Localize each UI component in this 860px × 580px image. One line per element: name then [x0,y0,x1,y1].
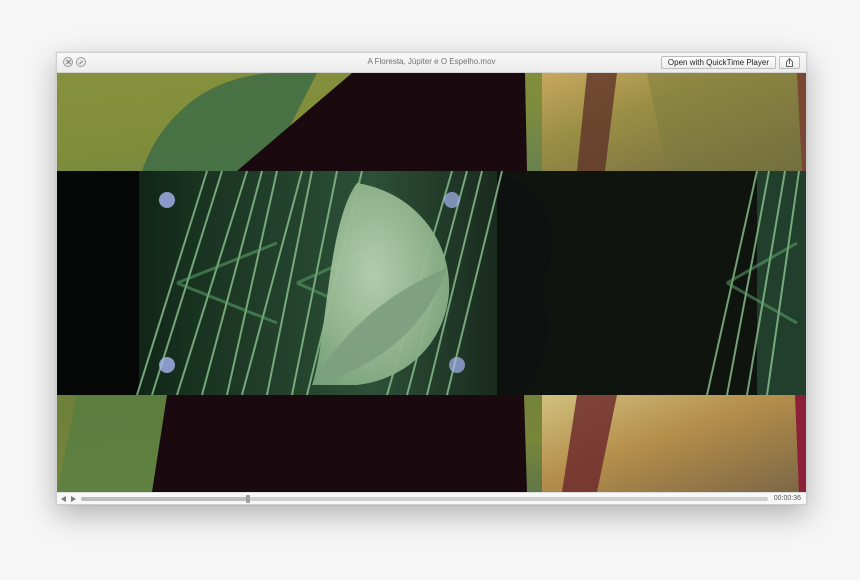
timeline-scrubber[interactable] [81,497,768,501]
video-frame[interactable] [57,73,806,492]
minimize-button[interactable] [76,57,86,67]
share-icon [785,57,794,67]
elapsed-time: 00:00:36 [773,495,801,502]
titlebar: A Floresta, Júpiter e O Espelho.mov Open… [57,53,806,73]
skip-back-icon[interactable] [61,496,66,502]
open-with-quicktime-button[interactable]: Open with QuickTime Player [660,56,776,69]
desktop: A Floresta, Júpiter e O Espelho.mov Open… [0,0,860,580]
media-preview-window: A Floresta, Júpiter e O Espelho.mov Open… [56,52,807,505]
close-button[interactable] [63,57,73,67]
share-button[interactable] [779,56,800,69]
timeline-progress [81,497,248,501]
timeline-thumb[interactable] [245,495,250,503]
play-icon[interactable] [71,496,76,502]
window-controls [63,57,86,67]
video-image [57,73,806,492]
playback-controls: 00:00:36 [57,492,806,504]
